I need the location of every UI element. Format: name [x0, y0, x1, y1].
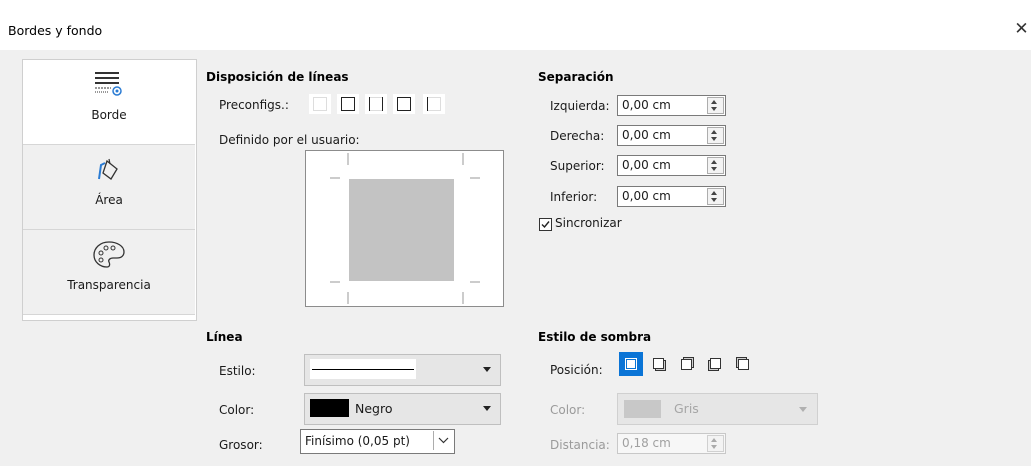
line-color-dropdown[interactable]: Negro: [304, 393, 501, 425]
spacing-top-value: 0,00 cm: [622, 158, 671, 172]
shadow-distance-value: 0,18 cm: [622, 436, 671, 450]
spacing-top-label: Superior:: [550, 159, 605, 173]
left-only-icon: [427, 97, 441, 111]
line-width-label: Grosor:: [219, 438, 263, 452]
shadow-top-left-button[interactable]: [731, 352, 755, 376]
shadow-color-value: Gris: [674, 401, 699, 416]
spin-up-icon: [711, 130, 717, 134]
shadow-bottom-right-button[interactable]: [647, 352, 671, 376]
spin-down-icon: [711, 167, 717, 171]
spacing-bottom-value: 0,00 cm: [622, 189, 671, 203]
spacing-right-input[interactable]: 0,00 cm: [617, 125, 726, 146]
close-icon: ✕: [1014, 19, 1029, 39]
preset-left-right[interactable]: [365, 94, 387, 114]
title-bar: Bordes y fondo ✕: [0, 0, 1031, 50]
spin-down-icon: [711, 445, 717, 449]
shadow-position-label: Posición:: [550, 363, 603, 377]
no-shadow-icon: [625, 358, 637, 370]
line-heading: Línea: [206, 330, 243, 344]
line-style-dropdown[interactable]: [304, 354, 501, 386]
spacing-bottom-label: Inferior:: [550, 190, 598, 204]
line-color-value: Negro: [355, 401, 393, 416]
color-swatch: [624, 400, 661, 418]
top-bottom-icon: [397, 97, 411, 111]
outer-box-icon: [341, 97, 355, 111]
area-bucket-icon: [23, 155, 195, 185]
color-swatch: [310, 399, 349, 417]
chevron-down-icon: [483, 406, 491, 411]
tab-transparencia-label: Transparencia: [67, 278, 151, 292]
checkmark-icon: [541, 221, 550, 229]
sync-checkbox[interactable]: [539, 218, 552, 231]
preset-outer-box[interactable]: [337, 94, 359, 114]
shadow-bottom-left-button[interactable]: [703, 352, 727, 376]
spin-up-icon: [711, 100, 717, 104]
shadow-none-button[interactable]: [619, 352, 643, 376]
spacing-right-label: Derecha:: [550, 129, 605, 143]
sync-label: Sincronizar: [555, 216, 622, 230]
shadow-top-right-button[interactable]: [675, 352, 699, 376]
border-preview[interactable]: [305, 150, 504, 307]
line-style-preview: [310, 359, 416, 379]
spin-buttons[interactable]: [707, 97, 724, 114]
spin-buttons[interactable]: [707, 435, 724, 452]
tab-area-label: Área: [95, 193, 123, 207]
spin-buttons[interactable]: [707, 188, 724, 205]
line-color-label: Color:: [219, 403, 255, 417]
shadow-distance-input[interactable]: 0,18 cm: [617, 433, 726, 454]
preset-left-only[interactable]: [423, 94, 445, 114]
spacing-bottom-input[interactable]: 0,00 cm: [617, 186, 726, 207]
spin-buttons[interactable]: [707, 127, 724, 144]
preset-no-borders[interactable]: [309, 94, 331, 114]
line-arrangement-heading: Disposición de líneas: [206, 70, 349, 84]
spin-up-icon: [711, 160, 717, 164]
spin-down-icon: [711, 107, 717, 111]
tab-area[interactable]: Área: [23, 145, 195, 230]
palette-icon: [23, 240, 195, 270]
spin-down-icon: [711, 137, 717, 141]
close-button[interactable]: ✕: [1012, 17, 1031, 41]
presets-label: Preconfigs.:: [219, 98, 289, 112]
preset-top-bottom[interactable]: [393, 94, 415, 114]
borders-icon: [23, 70, 195, 100]
user-defined-label: Definido por el usuario:: [219, 133, 360, 147]
spin-buttons[interactable]: [707, 157, 724, 174]
spacing-left-value: 0,00 cm: [622, 98, 671, 112]
line-style-label: Estilo:: [219, 364, 256, 378]
spin-up-icon: [711, 438, 717, 442]
tab-borde-label: Borde: [91, 108, 127, 122]
spacing-right-value: 0,00 cm: [622, 128, 671, 142]
spacing-left-label: Izquierda:: [550, 99, 610, 113]
spacing-heading: Separación: [538, 70, 614, 84]
line-width-value: Finísimo (0,05 pt): [305, 434, 410, 448]
border-preview-canvas: [330, 153, 480, 304]
shadow-bottom-left-icon: [708, 358, 721, 371]
shadow-heading: Estilo de sombra: [538, 330, 652, 344]
chevron-down-icon: [438, 437, 449, 444]
chevron-down-icon: [799, 407, 807, 412]
shadow-bottom-right-icon: [653, 358, 666, 371]
shadow-top-left-icon: [736, 357, 749, 370]
shadow-top-right-icon: [681, 357, 694, 370]
chevron-down-icon: [483, 367, 491, 372]
sidebar: Borde Área Transparencia: [22, 59, 197, 321]
spin-down-icon: [711, 198, 717, 202]
no-borders-icon: [313, 97, 327, 111]
left-right-icon: [369, 97, 383, 111]
shadow-distance-label: Distancia:: [550, 438, 610, 452]
tab-transparencia[interactable]: Transparencia: [23, 230, 195, 315]
spacing-top-input[interactable]: 0,00 cm: [617, 155, 726, 176]
spacing-left-input[interactable]: 0,00 cm: [617, 95, 726, 116]
shadow-color-dropdown[interactable]: Gris: [617, 393, 818, 425]
spin-up-icon: [711, 191, 717, 195]
tab-borde[interactable]: Borde: [23, 60, 195, 145]
window-title: Bordes y fondo: [8, 23, 103, 38]
shadow-color-label: Color:: [550, 403, 586, 417]
line-width-arrow[interactable]: [433, 431, 453, 450]
line-width-dropdown[interactable]: Finísimo (0,05 pt): [300, 429, 455, 454]
